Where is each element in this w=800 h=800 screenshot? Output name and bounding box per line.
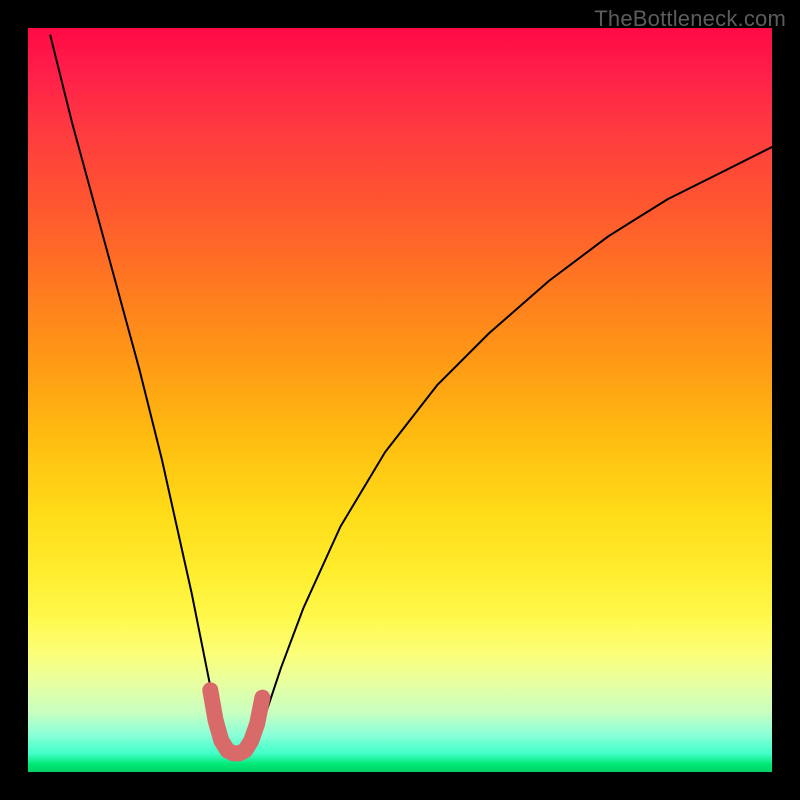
curve-svg	[28, 28, 772, 772]
watermark-text: TheBottleneck.com	[594, 6, 786, 32]
minimum-marker	[210, 690, 262, 753]
plot-area	[28, 28, 772, 772]
bottleneck-curve	[50, 35, 772, 753]
